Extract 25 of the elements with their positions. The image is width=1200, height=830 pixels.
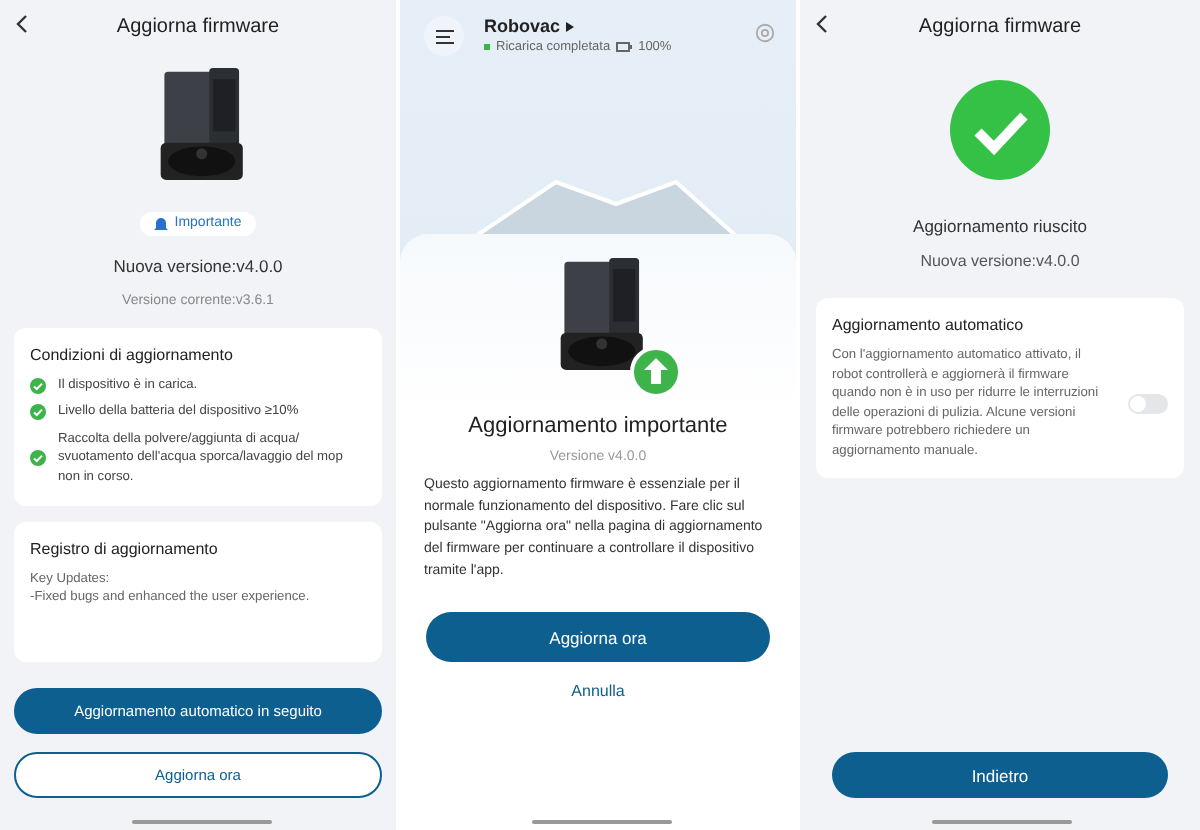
success-check-icon (950, 80, 1050, 180)
card-title: Registro di aggiornamento (30, 539, 220, 558)
back-button[interactable]: Indietro (832, 752, 1168, 798)
new-version: Nuova versione:v4.0.0 (113, 255, 283, 276)
update-now-button[interactable]: Aggiorna ora (426, 612, 770, 663)
menu-button[interactable] (424, 16, 464, 56)
battery-icon (616, 42, 633, 52)
play-arrow-icon (566, 21, 575, 31)
home-indicator (132, 820, 272, 824)
menu-icon (435, 29, 453, 43)
back-icon[interactable] (816, 14, 828, 34)
back-icon[interactable] (16, 14, 28, 34)
new-version: Nuova versione:v4.0.0 (920, 252, 1080, 270)
screen-title: Aggiorna firmware (116, 15, 280, 37)
auto-update-toggle[interactable] (1128, 393, 1168, 414)
card-title: Aggiornamento automatico (832, 316, 1026, 334)
screen-title: Aggiorna firmware (918, 15, 1082, 37)
home-indicator (532, 820, 672, 824)
cancel-link[interactable]: Annulla (567, 678, 629, 705)
dialog-title: Aggiornamento importante (468, 413, 728, 438)
card-title: Condizioni di aggiornamento (30, 345, 235, 364)
home-indicator (932, 820, 1072, 824)
result-text: Aggiornamento riuscito (913, 216, 1087, 236)
device-name[interactable]: Robovac (484, 16, 561, 36)
bell-icon (154, 215, 169, 232)
